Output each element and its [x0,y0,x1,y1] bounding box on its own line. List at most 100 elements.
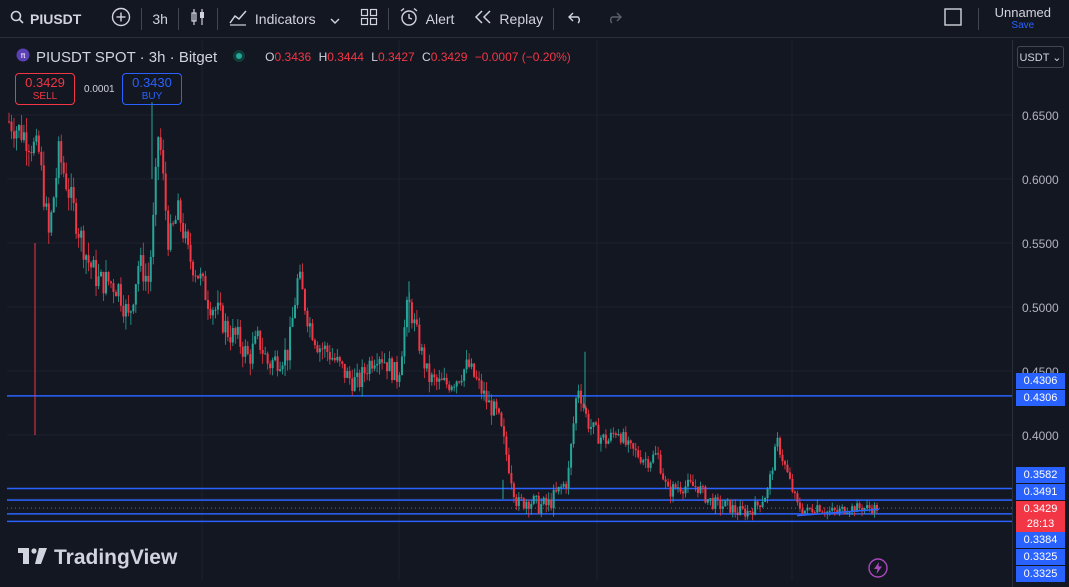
candle-body [455,381,458,387]
candle-body [734,505,737,513]
candle-body [463,369,466,381]
undo-icon [568,11,584,27]
layout-name: Unnamed [994,5,1051,20]
candle-body [142,255,145,282]
candle-body [774,446,777,471]
low-label: L [371,50,378,64]
candle-body [381,359,384,363]
candle-body [716,497,719,500]
candle-body [577,390,580,399]
candle-body [97,276,100,287]
sell-button[interactable]: 0.3429 SELL [15,73,75,105]
candle-body [550,499,553,509]
chevron-down-icon[interactable] [330,11,340,27]
candle-body [833,508,836,511]
chart-type-button[interactable] [179,0,217,37]
chart-pane[interactable] [7,40,1012,580]
currency-button[interactable]: USDT ⌄ [1017,46,1064,68]
candle-body [791,478,794,492]
candle-body [612,432,615,434]
symbol-search[interactable]: PIUSDT [0,0,91,37]
candle-body [530,503,533,509]
candle-body [505,436,508,455]
tv-logo-icon [18,546,48,570]
candle-body [492,401,495,416]
candle-body [485,390,488,403]
candle-body [677,487,680,489]
candle-body [226,320,229,338]
candle-body [604,434,607,444]
save-link[interactable]: Save [1011,20,1034,31]
candle-body [37,135,40,152]
candle-body [149,256,152,282]
candle-body [172,223,175,225]
candle-body [552,490,555,509]
candle-body [321,348,324,350]
candle-body [144,275,147,282]
candle-body [818,505,821,512]
layouts-button[interactable] [350,0,388,37]
candle-body [219,302,222,306]
replay-button[interactable]: Replay [464,0,553,37]
buy-button[interactable]: 0.3430 BUY [122,73,182,105]
candle-body [540,503,543,514]
candle-body [627,440,630,445]
indicators-button[interactable]: Indicators [218,0,350,37]
candle-body [592,422,595,427]
search-icon [10,10,24,27]
candle-body [239,326,242,347]
candle-body [507,454,510,474]
interval-button[interactable]: 3h [142,0,178,37]
candle-body [562,483,565,487]
candle-body [346,371,349,378]
y-tick-label: 0.5000 [1022,301,1059,315]
candle-body [70,187,73,198]
candle-body [336,356,339,361]
countdown-badge: 28:13 [1016,516,1065,532]
candle-body [129,311,132,313]
candle-body [45,203,48,207]
candle-body [363,367,366,374]
candle-body [629,440,632,444]
last-price-badge: 0.3429 [1016,501,1065,517]
indicators-label: Indicators [254,10,316,27]
candle-body [639,457,642,463]
candle-body [764,498,767,502]
svg-text:π: π [21,51,26,60]
undo-button[interactable] [554,0,594,37]
candle-body [686,479,689,487]
price-chart[interactable] [7,40,1012,580]
redo-button[interactable] [594,0,632,37]
candle-body [92,259,95,268]
sell-price: 0.3429 [25,75,65,90]
open-value: 0.3436 [274,50,312,64]
candle-body [10,121,13,132]
candle-body [67,189,70,198]
candle-body [159,137,162,151]
candle-body [619,434,622,443]
candle-body [557,486,560,492]
candle-body [808,507,811,510]
candle-body [52,197,55,213]
candle-body [798,502,801,509]
layout-name-button[interactable]: Unnamed Save [979,0,1069,37]
lightning-button[interactable] [868,558,888,583]
candle-body [271,360,274,369]
candle-body [284,349,287,366]
candle-body [512,483,515,498]
candle-body [373,365,376,369]
candle-body [72,187,75,204]
candle-body [696,486,699,494]
candle-body [647,459,650,468]
candle-body [831,508,834,511]
candle-body [448,384,451,391]
candle-body [333,357,336,361]
compare-symbol-button[interactable] [91,0,141,37]
candle-body [423,347,426,369]
candle-body [177,200,180,220]
fullscreen-button[interactable] [934,0,978,37]
candle-body [383,362,386,364]
candle-body [565,483,568,489]
candle-body [649,462,652,468]
alert-button[interactable]: Alert [389,0,465,37]
